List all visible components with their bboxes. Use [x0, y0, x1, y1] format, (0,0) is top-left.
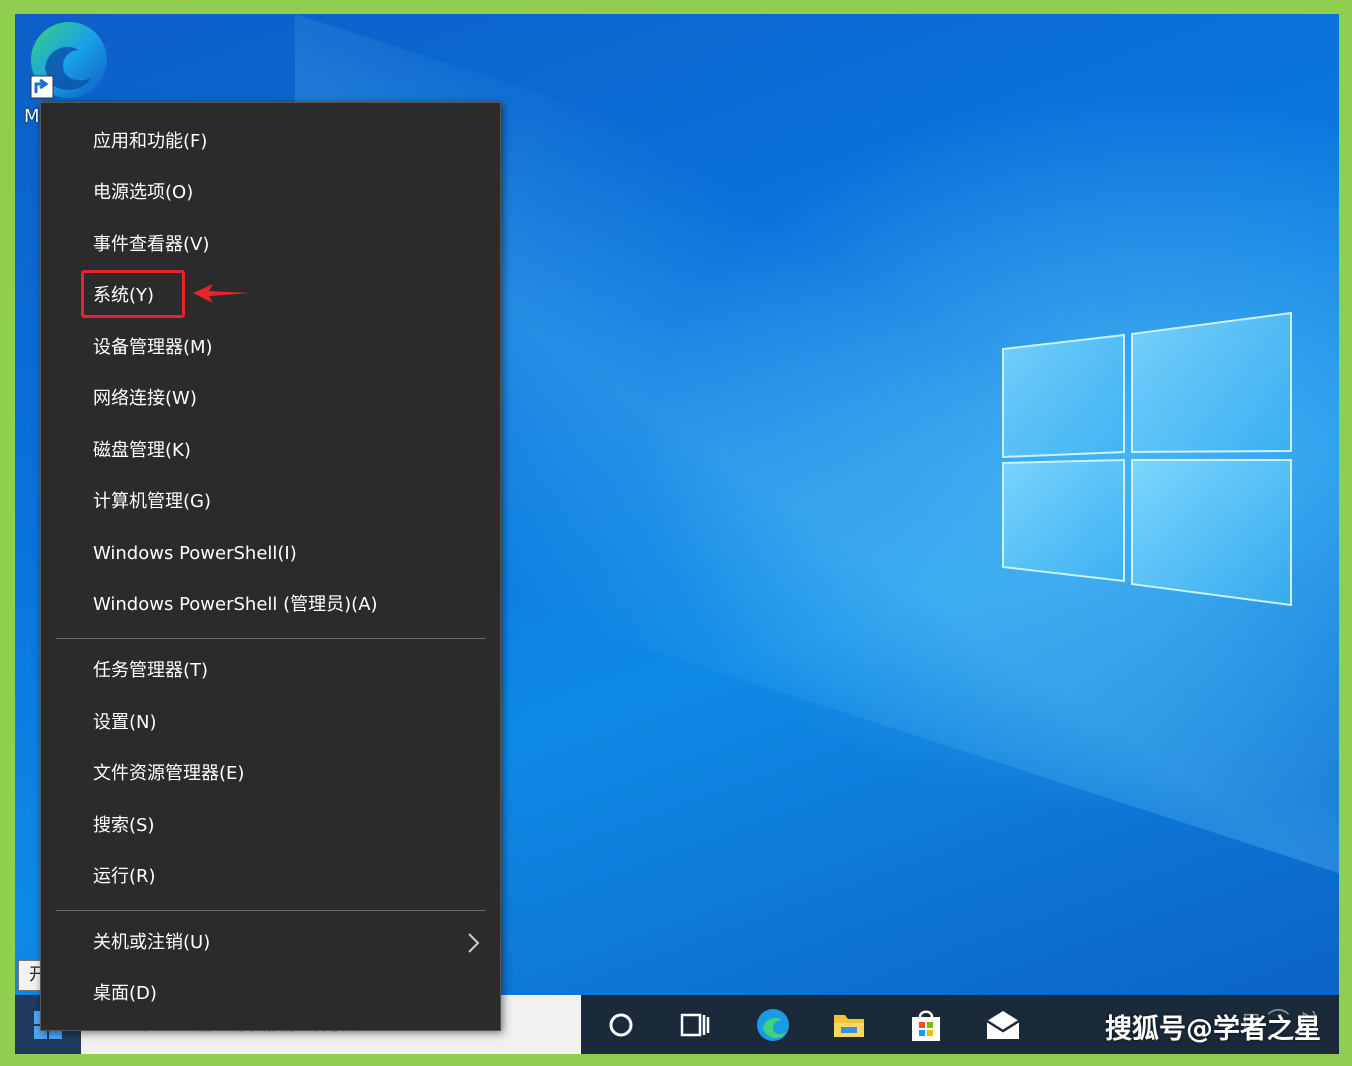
winx-context-menu: 应用和功能(F) 电源选项(O) 事件查看器(V) 系统(Y) 设备管理器(M)… — [40, 102, 501, 1031]
menu-separator — [56, 910, 486, 911]
cortana-icon[interactable] — [603, 1007, 639, 1043]
mail-icon[interactable] — [985, 1007, 1021, 1043]
file-explorer-icon[interactable] — [831, 1007, 867, 1043]
menu-item-power-options[interactable]: 电源选项(O) — [41, 170, 500, 216]
menu-item-apps-features[interactable]: 应用和功能(F) — [41, 119, 500, 165]
highlight-box-system — [81, 270, 185, 318]
menu-item-event-viewer[interactable]: 事件查看器(V) — [41, 222, 500, 268]
menu-item-task-manager[interactable]: 任务管理器(T) — [41, 648, 500, 694]
edge-desktop-shortcut[interactable] — [25, 20, 109, 110]
menu-item-shutdown-signout[interactable]: 关机或注销(U) — [41, 920, 500, 966]
menu-separator — [56, 638, 486, 639]
menu-item-disk-management[interactable]: 磁盘管理(K) — [41, 428, 500, 474]
edge-icon — [30, 22, 107, 99]
menu-item-label: 关机或注销(U) — [93, 932, 211, 953]
store-icon[interactable] — [908, 1007, 944, 1043]
task-view-icon[interactable] — [677, 1007, 713, 1043]
menu-item-settings[interactable]: 设置(N) — [41, 700, 500, 746]
menu-item-device-manager[interactable]: 设备管理器(M) — [41, 325, 500, 371]
watermark-text: 搜狐号@学者之星 — [1105, 1014, 1321, 1045]
menu-item-computer-management[interactable]: 计算机管理(G) — [41, 479, 500, 525]
windows-logo-wallpaper — [1002, 311, 1292, 607]
menu-item-desktop[interactable]: 桌面(D) — [41, 971, 500, 1017]
desktop-icon-label: M — [24, 106, 40, 127]
menu-item-search[interactable]: 搜索(S) — [41, 803, 500, 849]
chevron-right-icon — [468, 933, 480, 953]
menu-item-file-explorer[interactable]: 文件资源管理器(E) — [41, 751, 500, 797]
menu-item-network-connections[interactable]: 网络连接(W) — [41, 376, 500, 422]
menu-item-run[interactable]: 运行(R) — [41, 854, 500, 900]
red-arrow-annotation — [193, 284, 251, 303]
menu-item-powershell-admin[interactable]: Windows PowerShell (管理员)(A) — [41, 582, 500, 628]
edge-icon[interactable] — [755, 1007, 791, 1043]
menu-item-powershell[interactable]: Windows PowerShell(I) — [41, 531, 500, 577]
